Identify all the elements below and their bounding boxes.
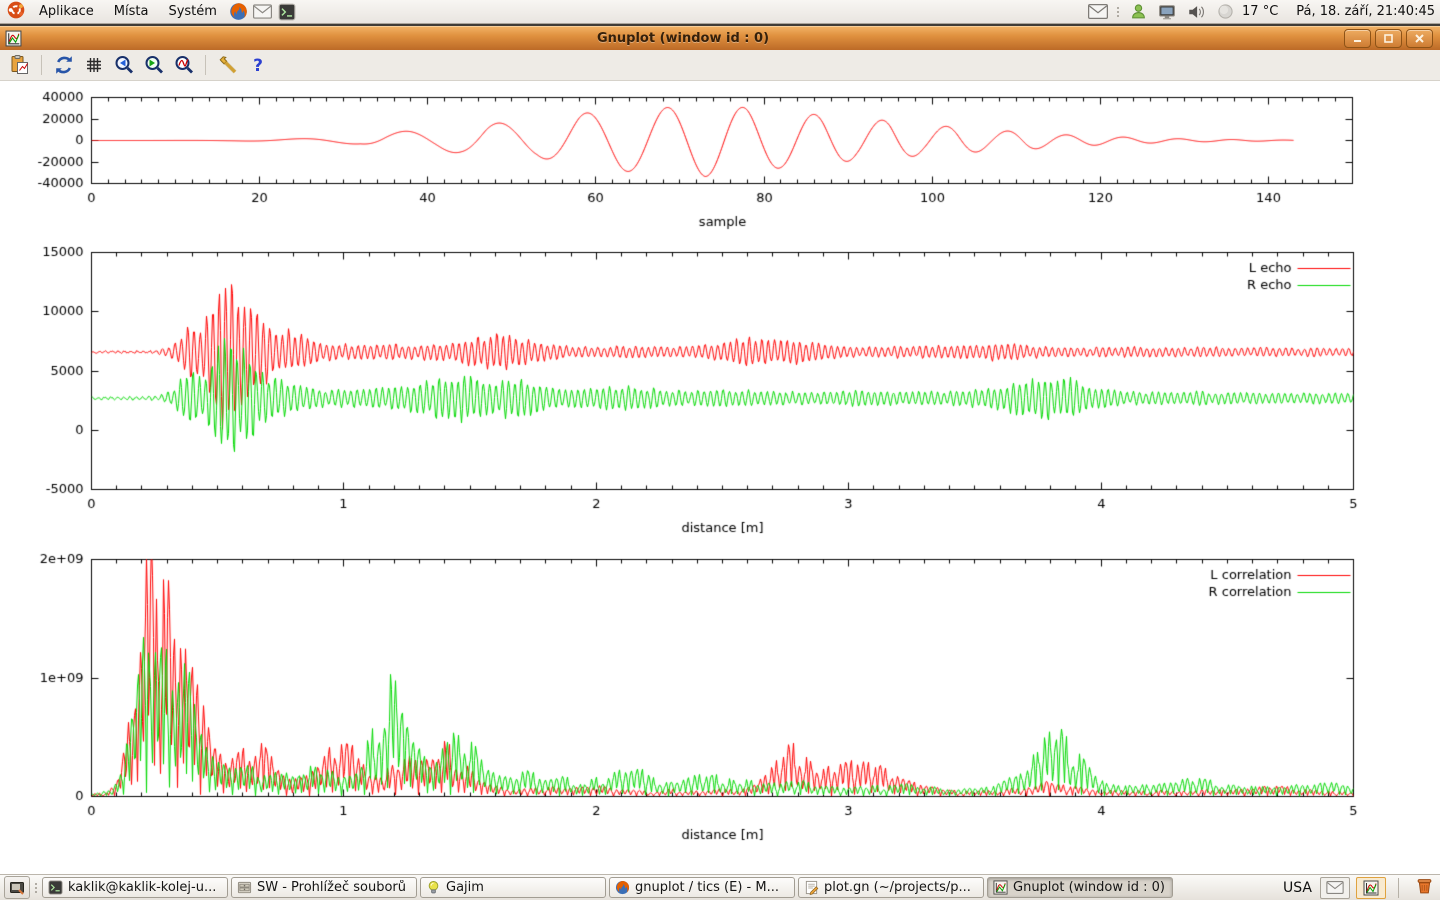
tasklist-grip	[33, 883, 39, 893]
mail-notification-tray-icon[interactable]	[1320, 877, 1350, 899]
firefox-icon	[615, 880, 630, 895]
zoom-previous-icon	[113, 54, 135, 76]
taskbar-separator	[1398, 878, 1399, 898]
user-switcher-icon[interactable]	[1126, 0, 1150, 23]
grid-icon	[83, 54, 105, 76]
ubuntu-logo-icon	[7, 1, 25, 23]
taskbar-button-label: kaklik@kaklik-kolej-u...	[68, 880, 216, 895]
mail-tray-icon[interactable]	[1086, 0, 1110, 23]
gnuplot-window-icon	[5, 30, 22, 47]
menu-system[interactable]: Systém	[158, 0, 226, 23]
keyboard-layout-indicator[interactable]: USA	[1283, 880, 1314, 896]
copy-icon	[9, 54, 31, 76]
tray-grip	[1115, 7, 1121, 17]
close-button[interactable]	[1406, 29, 1433, 48]
show-desktop-icon	[9, 880, 25, 896]
menu-system-label: Systém	[168, 4, 216, 19]
taskbar-button-text-editor[interactable]: plot.gn (~/projects/p...	[798, 877, 984, 898]
plots-canvas[interactable]	[0, 81, 1440, 873]
gajim-icon	[426, 880, 441, 895]
menu-places[interactable]: Místa	[104, 0, 159, 23]
taskbar-button-label: gnuplot / tics (E) - M...	[635, 880, 779, 895]
minimize-button[interactable]	[1344, 29, 1371, 48]
taskbar-button-file-manager[interactable]: SW - Prohlížeč souborů	[231, 877, 417, 898]
main-menu-button[interactable]	[5, 0, 29, 23]
taskbar-button-firefox[interactable]: gnuplot / tics (E) - M...	[609, 877, 795, 898]
help-icon: ?	[247, 54, 269, 76]
show-desktop-button[interactable]	[4, 876, 30, 899]
grid-toggle-button[interactable]	[80, 53, 107, 78]
menu-places-label: Místa	[114, 4, 149, 19]
toolbar-separator	[41, 55, 42, 75]
taskbar-button-label: Gajim	[446, 880, 484, 895]
taskbar-button-gajim[interactable]: Gajim	[420, 877, 606, 898]
menu-applications-label: Aplikace	[39, 4, 94, 19]
settings-button[interactable]	[214, 53, 241, 78]
terminal-icon	[48, 880, 63, 895]
previous-zoom-button[interactable]	[110, 53, 137, 78]
trash-applet-icon[interactable]	[1415, 876, 1434, 899]
toolbar: ?	[0, 50, 1440, 81]
clock-label[interactable]: Pá, 18. září, 21:40:45	[1296, 4, 1435, 19]
titlebar[interactable]: Gnuplot (window id : 0)	[0, 26, 1440, 50]
wrench-icon	[217, 54, 239, 76]
file-manager-icon	[237, 880, 252, 895]
zoom-next-icon	[143, 54, 165, 76]
plot-area	[0, 81, 1440, 874]
volume-icon[interactable]	[1184, 0, 1208, 23]
taskbar: kaklik@kaklik-kolej-u... SW - Prohlížeč …	[0, 874, 1440, 900]
temperature-label[interactable]: 17 °C	[1242, 4, 1278, 19]
maximize-button[interactable]	[1375, 29, 1402, 48]
taskbar-button-label: Gnuplot (window id : 0)	[1013, 880, 1165, 895]
refresh-icon	[53, 54, 75, 76]
mail-launcher-icon[interactable]	[251, 0, 275, 23]
display-settings-icon[interactable]	[1155, 0, 1179, 23]
zoom-autoscale-icon	[173, 54, 195, 76]
terminal-launcher-icon[interactable]	[275, 0, 299, 23]
taskbar-button-gnuplot[interactable]: Gnuplot (window id : 0)	[987, 877, 1173, 898]
taskbar-button-terminal[interactable]: kaklik@kaklik-kolej-u...	[42, 877, 228, 898]
gnuplot-window: Gnuplot (window id : 0)	[0, 26, 1440, 874]
toolbar-separator	[205, 55, 206, 75]
gnuplot-icon	[993, 880, 1008, 895]
text-editor-icon	[804, 880, 819, 895]
weather-icon[interactable]	[1213, 0, 1237, 23]
menu-applications[interactable]: Aplikace	[29, 0, 104, 23]
gnome-panel: Aplikace Místa Systém 17 °C Pá,	[0, 0, 1440, 24]
copy-plot-button[interactable]	[6, 53, 33, 78]
window-title: Gnuplot (window id : 0)	[28, 31, 1338, 46]
help-button[interactable]: ?	[244, 53, 271, 78]
autoscale-button[interactable]	[170, 53, 197, 78]
taskbar-button-label: plot.gn (~/projects/p...	[824, 880, 971, 895]
replot-button[interactable]	[50, 53, 77, 78]
gnuplot-tray-icon[interactable]	[1356, 877, 1386, 899]
next-zoom-button[interactable]	[140, 53, 167, 78]
firefox-launcher-icon[interactable]	[227, 0, 251, 23]
taskbar-button-label: SW - Prohlížeč souborů	[257, 880, 406, 895]
svg-text:?: ?	[253, 56, 263, 76]
